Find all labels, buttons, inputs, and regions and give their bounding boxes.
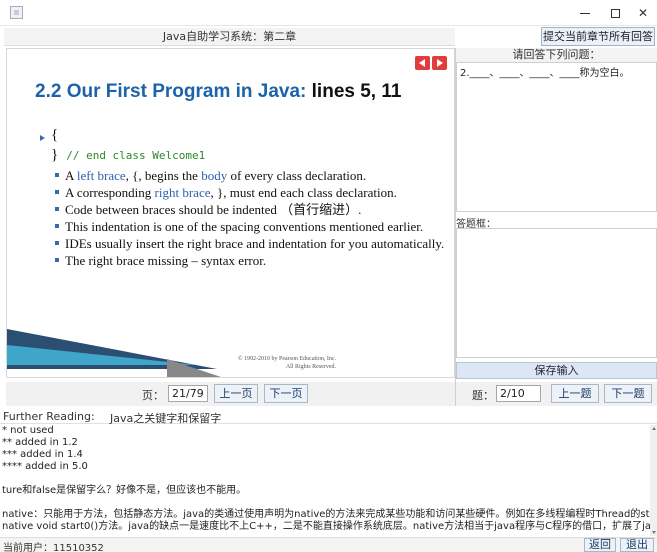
further-reading-text: * not used ** added in 1.2 *** added in …	[0, 425, 650, 536]
triangle-bullet-icon	[40, 135, 45, 141]
prev-question-button[interactable]: 上一题	[551, 384, 599, 403]
copyright-note: © 1992-2010 by Pearson Education, Inc. A…	[237, 356, 336, 370]
list-item: Code between braces should be indented （…	[55, 201, 450, 218]
save-input-button[interactable]: 保存输入	[456, 362, 657, 379]
question-text: 2.____、____、____、____称为空白。	[456, 62, 657, 212]
list-item: This indentation is one of the spacing c…	[55, 218, 450, 235]
question-label: 题：	[472, 389, 494, 402]
slide-title-lines: lines 5, 11	[311, 81, 402, 102]
reading-line	[2, 473, 650, 485]
next-page-button[interactable]: 下一页	[264, 384, 308, 403]
open-brace: {	[51, 127, 59, 143]
further-reading-bar: Further Reading: Java之关键字和保留字	[0, 408, 657, 425]
page-navigation: 页： 21/79 上一页 下一页	[6, 382, 455, 406]
minimize-icon[interactable]	[574, 4, 596, 22]
list-item: The right brace missing – syntax error.	[55, 252, 450, 269]
vertical-scrollbar[interactable]	[650, 425, 657, 536]
slide-panel: 2.2 Our First Program in Java: lines 5, …	[6, 48, 455, 378]
reading-line: **** added in 5.0	[2, 461, 88, 472]
window-title: Java自助学习系统：第二章	[4, 28, 455, 46]
close-brace: }	[51, 147, 59, 163]
slide-title-main: 2.2 Our First Program in Java:	[35, 81, 307, 102]
reading-line: native：只能用于方法，包括静态方法。java的类通过使用声明为native…	[2, 509, 650, 520]
reading-line: *** added in 1.4	[2, 449, 83, 460]
next-question-button[interactable]: 下一题	[604, 384, 652, 403]
close-brace-line: } // end class Welcome1	[51, 147, 205, 164]
question-panel: 请回答下列问题： 2.____、____、____、____称为空白。 答题框：…	[455, 48, 657, 406]
exit-button[interactable]: 退出	[620, 538, 654, 552]
reading-line: ture和false是保留字么？好像不是，但应该也不能用。	[2, 485, 247, 496]
reading-line: * not used	[2, 425, 54, 436]
list-item: A left brace, {, begins the body of ever…	[55, 167, 450, 184]
question-header: 请回答下列问题：	[456, 48, 657, 62]
page-number-field[interactable]: 21/79	[168, 385, 208, 402]
list-item: A corresponding right brace, }, must end…	[55, 184, 450, 201]
reading-line	[2, 497, 650, 509]
app-icon	[10, 6, 23, 19]
slide-bullets: A left brace, {, begins the body of ever…	[55, 167, 450, 269]
slide-title: 2.2 Our First Program in Java: lines 5, …	[35, 81, 401, 103]
further-reading-label: Further Reading:	[3, 410, 95, 423]
question-navigation: 题： 2/10 上一题 下一题	[456, 382, 657, 406]
page-label: 页：	[142, 389, 164, 402]
arrow-left-icon[interactable]	[415, 56, 430, 70]
further-reading-title: Java之关键字和保留字	[110, 412, 222, 425]
arrow-right-icon[interactable]	[432, 56, 447, 70]
window-titlebar: ✕	[0, 0, 657, 26]
status-bar: 当前用户：11510352 返回 退出	[0, 537, 657, 552]
prev-page-button[interactable]: 上一页	[214, 384, 258, 403]
submit-all-button[interactable]: 提交当前章节所有回答	[541, 27, 655, 46]
back-button[interactable]: 返回	[584, 538, 616, 552]
current-user-label: 当前用户：11510352	[3, 543, 104, 552]
maximize-icon[interactable]	[604, 4, 626, 22]
reading-line: native void start0()方法。java的缺点一是速度比不上C++…	[2, 521, 650, 532]
question-number-field[interactable]: 2/10	[496, 385, 541, 402]
end-comment: // end class Welcome1	[66, 149, 206, 162]
list-item: IDEs usually insert the right brace and …	[55, 235, 450, 252]
answer-input[interactable]	[456, 228, 657, 358]
reading-line: ** added in 1.2	[2, 437, 78, 448]
close-icon[interactable]: ✕	[632, 4, 654, 22]
